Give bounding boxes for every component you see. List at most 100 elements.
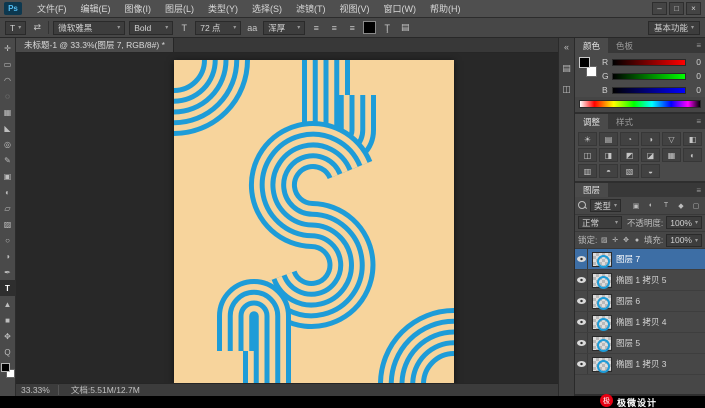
menu-view[interactable]: 视图(V) [333,0,377,17]
zoom-tool[interactable]: Q [0,344,16,360]
tab-layers[interactable]: 图层 [575,183,608,197]
layer-row-ellipse-copy-5[interactable]: 椭圆 1 拷贝 5 [575,270,705,291]
layer-thumbnail[interactable] [592,336,612,351]
blur-tool[interactable]: ○ [0,232,16,248]
blend-mode-select[interactable]: 正常 ▾ [578,216,622,229]
layer-thumbnail[interactable] [592,252,612,267]
lock-pixels-icon[interactable]: ✛ [611,234,619,246]
layer-thumbnail[interactable] [592,294,612,309]
zoom-level-field[interactable]: 33.33% [21,385,59,395]
blue-slider[interactable] [612,87,686,94]
menu-layer[interactable]: 图层(L) [158,0,201,17]
red-value[interactable]: 0 [689,57,701,67]
green-slider[interactable] [612,73,686,80]
exposure-icon[interactable]: ◑ [641,132,660,146]
shape-tool[interactable]: ■ [0,312,16,328]
panel-menu-icon[interactable]: ≡ [692,183,705,197]
menu-image[interactable]: 图像(I) [118,0,159,17]
properties-panel-icon[interactable]: ◫ [560,82,574,96]
green-value[interactable]: 0 [689,71,701,81]
workspace-switcher[interactable]: 基本功能 ▾ [648,21,700,35]
eyedropper-tool[interactable]: ◣ [0,120,16,136]
document-tab[interactable]: 未标题-1 @ 33.3%(图层 7, RGB/8#) * [16,38,174,52]
vibrance-icon[interactable]: ▽ [662,132,681,146]
tab-swatches[interactable]: 色板 [608,38,641,53]
font-style-select[interactable]: Bold ▾ [129,21,173,35]
visibility-toggle[interactable] [575,291,588,311]
menu-help[interactable]: 帮助(H) [423,0,468,17]
blue-value[interactable]: 0 [689,85,701,95]
anti-alias-select[interactable]: 浑厚 ▾ [263,21,305,35]
text-color-swatch[interactable] [363,21,376,34]
adjustment-filter-icon[interactable]: ◐ [645,200,657,212]
marquee-tool[interactable]: ▭ [0,56,16,72]
selective-color-icon[interactable]: ◒ [641,164,660,178]
invert-icon[interactable]: ◐ [683,148,702,162]
tool-preset-picker[interactable]: T ▾ [5,21,26,35]
visibility-toggle[interactable] [575,333,588,353]
color-spectrum-ramp[interactable] [579,100,701,108]
gradient-tool[interactable]: ▨ [0,216,16,232]
panel-menu-icon[interactable]: ≡ [692,38,705,53]
layer-filter-select[interactable]: 类型 ▾ [590,199,621,212]
hand-tool[interactable]: ✥ [0,328,16,344]
fill-field[interactable]: 100% ▾ [666,234,702,247]
shape-filter-icon[interactable]: ◆ [675,200,687,212]
healing-brush-tool[interactable]: ◎ [0,136,16,152]
channel-mixer-icon[interactable]: ◪ [641,148,660,162]
layer-thumbnail[interactable] [592,315,612,330]
pen-tool[interactable]: ✒ [0,264,16,280]
path-selection-tool[interactable]: ▲ [0,296,16,312]
foreground-color-swatch[interactable] [579,57,590,68]
visibility-toggle[interactable] [575,354,588,374]
quick-selection-tool[interactable]: ◌ [0,88,16,104]
panel-menu-icon[interactable]: ≡ [692,114,705,129]
text-orientation-icon[interactable]: ⇄ [30,21,44,35]
layer-row-layer-6[interactable]: 图层 6 [575,291,705,312]
layer-row-layer-7[interactable]: 图层 7 [575,249,705,270]
menu-file[interactable]: 文件(F) [30,0,74,17]
lasso-tool[interactable]: ◠ [0,72,16,88]
minimize-button[interactable]: – [652,2,667,15]
layer-thumbnail[interactable] [592,357,612,372]
dodge-tool[interactable]: ◑ [0,248,16,264]
warp-text-icon[interactable]: Ţ [380,21,394,35]
lock-all-icon[interactable]: ● [633,234,641,246]
posterize-icon[interactable]: ▥ [578,164,597,178]
maximize-button[interactable]: □ [669,2,684,15]
font-family-select[interactable]: 微软雅黑 ▾ [53,21,125,35]
color-lookup-icon[interactable]: ▦ [662,148,681,162]
toggle-panels-icon[interactable]: ▤ [398,21,412,35]
font-size-select[interactable]: 72 点 ▾ [195,21,241,35]
eraser-tool[interactable]: ▱ [0,200,16,216]
close-button[interactable]: × [686,2,701,15]
menu-edit[interactable]: 编辑(E) [74,0,118,17]
layer-row-ellipse-copy-3[interactable]: 椭圆 1 拷贝 3 [575,354,705,375]
lock-transparency-icon[interactable]: ▨ [600,234,608,246]
layer-row-ellipse-copy-4[interactable]: 椭圆 1 拷贝 4 [575,312,705,333]
lock-position-icon[interactable]: ✥ [622,234,630,246]
opacity-field[interactable]: 100% ▾ [666,216,702,229]
visibility-toggle[interactable] [575,249,588,269]
menu-filter[interactable]: 滤镜(T) [289,0,333,17]
black-white-icon[interactable]: ◨ [599,148,618,162]
clone-stamp-tool[interactable]: ▣ [0,168,16,184]
brush-tool[interactable]: ✎ [0,152,16,168]
canvas-viewport[interactable] [16,53,558,383]
history-panel-icon[interactable]: ▤ [560,61,574,75]
move-tool[interactable]: ✛ [0,40,16,56]
collapse-panels-icon[interactable]: « [560,40,574,54]
crop-tool[interactable]: ▦ [0,104,16,120]
red-slider[interactable] [612,59,686,66]
smart-object-filter-icon[interactable]: ▢ [690,200,702,212]
threshold-icon[interactable]: ◓ [599,164,618,178]
hue-saturation-icon[interactable]: ◧ [683,132,702,146]
type-tool[interactable]: T [0,280,16,296]
align-left-icon[interactable]: ≡ [309,21,323,35]
menu-type[interactable]: 类型(Y) [201,0,245,17]
gradient-map-icon[interactable]: ▧ [620,164,639,178]
menu-select[interactable]: 选择(S) [245,0,289,17]
menu-window[interactable]: 窗口(W) [377,0,424,17]
photo-filter-icon[interactable]: ◩ [620,148,639,162]
visibility-toggle[interactable] [575,270,588,290]
